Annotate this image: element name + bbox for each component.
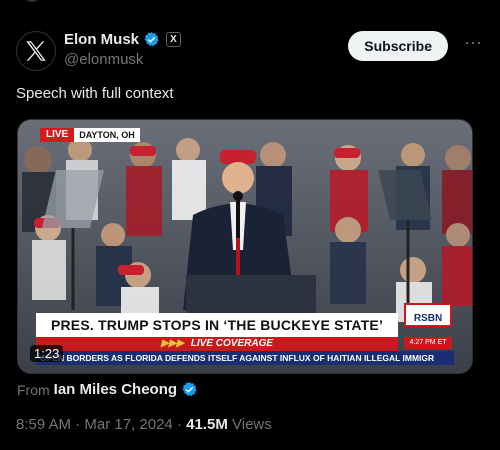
source-prefix: From xyxy=(17,381,50,398)
author-name[interactable]: Elon Musk xyxy=(64,31,139,48)
x-affiliation-icon: X xyxy=(166,32,182,47)
rsbn-logo: RSBN xyxy=(404,303,452,327)
live-coverage-bar: ▶▶▶ LIVE COVERAGE xyxy=(36,337,398,351)
meta-separator: · xyxy=(75,416,81,433)
live-tag: LIVE DAYTON, OH xyxy=(40,128,140,142)
source-attribution: From Ian Miles Cheong xyxy=(17,381,198,398)
x-logo-icon xyxy=(26,41,46,61)
tweet-meta: 8:59 AM · Mar 17, 2024 · 41.5M Views xyxy=(16,416,272,433)
coverage-label: LIVE COVERAGE xyxy=(190,338,274,349)
tweet-time[interactable]: 8:59 AM xyxy=(16,416,71,433)
verified-badge-icon xyxy=(144,32,159,47)
source-name[interactable]: Ian Miles Cheong xyxy=(54,381,177,398)
author-info: Elon Musk X @elonmusk xyxy=(64,31,182,68)
live-label: LIVE xyxy=(40,128,75,142)
network-logo: RSBN 4:27 PM ET xyxy=(404,303,452,351)
author-handle[interactable]: @elonmusk xyxy=(64,51,181,68)
views-count: 41.5M xyxy=(186,416,228,433)
news-banner: PRES. TRUMP STOPS IN ‘THE BUCKEYE STATE’ xyxy=(36,313,398,337)
video-player[interactable]: LIVE DAYTON, OH PRES. TRUMP STOPS IN ‘TH… xyxy=(17,119,473,374)
video-duration: 1:23 xyxy=(30,345,64,362)
previous-avatar xyxy=(22,0,42,2)
tweet-header: Elon Musk X @elonmusk Subscribe ··· xyxy=(16,27,484,73)
location-label: DAYTON, OH xyxy=(79,130,135,140)
meta-separator: · xyxy=(176,416,182,433)
tweet-text: Speech with full context xyxy=(16,85,174,102)
subscribe-button[interactable]: Subscribe xyxy=(348,31,448,61)
network-time: 4:27 PM ET xyxy=(404,337,452,349)
coverage-arrows-icon: ▶▶▶ xyxy=(160,338,185,349)
views-label: Views xyxy=(232,416,272,433)
avatar[interactable] xyxy=(16,31,56,71)
tweet-date[interactable]: Mar 17, 2024 xyxy=(84,416,172,433)
source-verified-badge-icon xyxy=(182,382,197,397)
more-options-icon[interactable]: ··· xyxy=(462,33,484,55)
news-ticker: OPEN BORDERS AS FLORIDA DEFENDS ITSELF A… xyxy=(36,351,454,365)
